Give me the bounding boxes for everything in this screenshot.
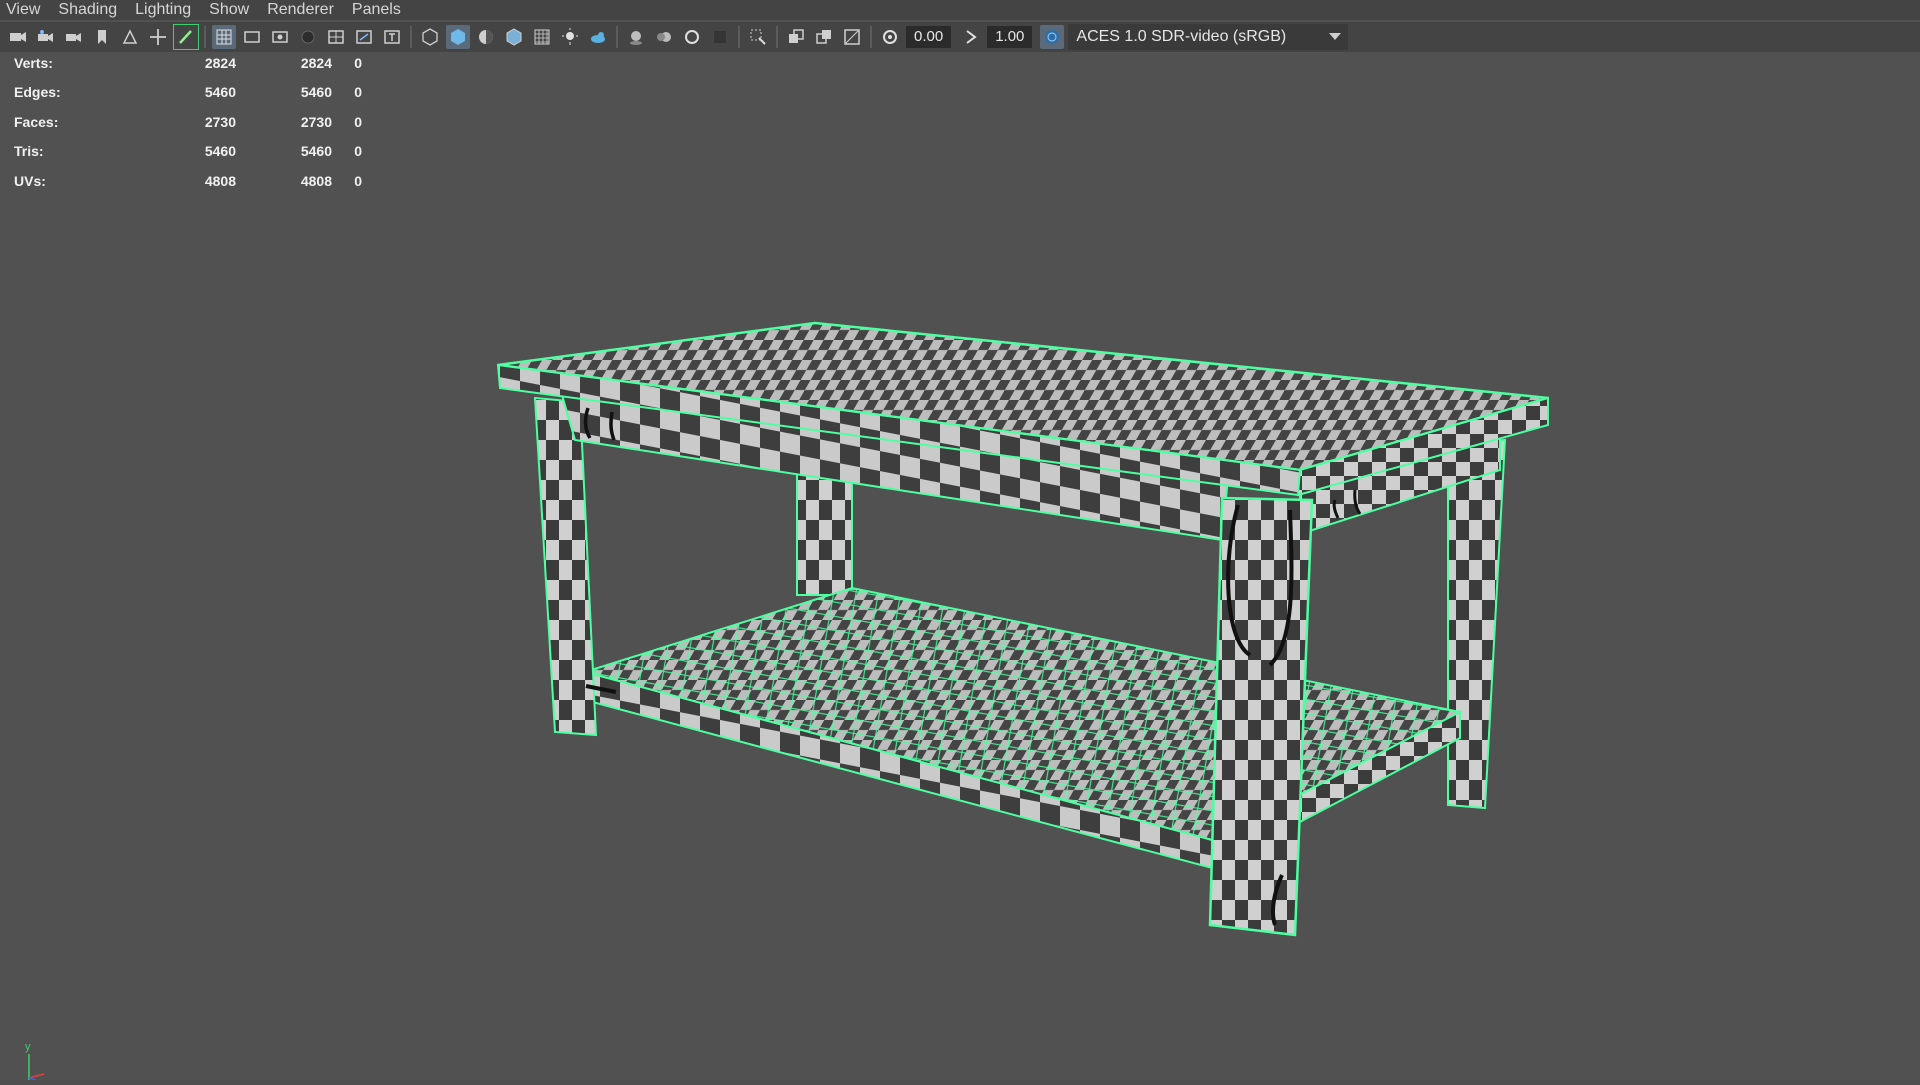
gamma-field[interactable]: 1.00 <box>987 26 1033 48</box>
camera-icon[interactable] <box>6 25 30 49</box>
color-space-label: ACES 1.0 SDR-video (sRGB) <box>1076 28 1287 45</box>
film-gate-icon[interactable] <box>240 25 264 49</box>
poly-count-hud: Verts: 2824 2824 0 Edges: 5460 5460 0 Fa… <box>14 54 368 201</box>
hud-row-uvs: UVs: 4808 4808 0 <box>14 172 368 201</box>
toolbar-separator <box>870 26 872 48</box>
wireframe-icon[interactable] <box>418 25 442 49</box>
hud-value: 4808 <box>204 172 236 189</box>
toolbar-separator <box>738 26 740 48</box>
exposure-field[interactable]: 0.00 <box>906 26 952 48</box>
xray-active-icon[interactable] <box>812 25 836 49</box>
viewport-3d[interactable]: View Shading Lighting Show Renderer Pane… <box>0 0 1920 1081</box>
menu-renderer[interactable]: Renderer <box>261 0 346 20</box>
bottom-shelf <box>581 586 1463 870</box>
depth-of-field-icon[interactable] <box>708 25 732 49</box>
axis-y-label: y <box>25 1041 31 1053</box>
hud-value: 5460 <box>204 84 236 101</box>
hud-value: 0 <box>354 84 362 101</box>
menu-lighting[interactable]: Lighting <box>129 0 203 20</box>
move-tool-icon[interactable] <box>146 25 170 49</box>
shade-wireframe-icon[interactable] <box>474 25 498 49</box>
color-management-icon[interactable] <box>1040 25 1065 49</box>
hud-value: 0 <box>354 172 362 189</box>
image-plane-icon[interactable] <box>118 25 142 49</box>
menu-show[interactable]: Show <box>203 0 261 20</box>
backface-icon[interactable] <box>840 25 864 49</box>
gamma-icon[interactable] <box>959 25 983 49</box>
grid-icon[interactable] <box>212 25 236 49</box>
toolbar-separator <box>410 26 412 48</box>
hud-label: Tris: <box>14 143 44 160</box>
isolate-select-icon[interactable] <box>746 25 770 49</box>
hud-value: 5460 <box>300 84 332 101</box>
anti-alias-icon[interactable] <box>680 25 704 49</box>
hud-value: 2730 <box>204 113 236 130</box>
hud-value: 5460 <box>300 143 332 160</box>
hud-value: 2824 <box>204 55 236 71</box>
ambient-occlusion-icon[interactable] <box>624 25 648 49</box>
resolution-gate-icon[interactable] <box>268 25 292 49</box>
hud-label: UVs: <box>14 172 46 189</box>
color-space-dropdown[interactable]: ACES 1.0 SDR-video (sRGB) <box>1068 24 1349 50</box>
hud-value: 0 <box>354 143 362 160</box>
toolbar-separator <box>776 26 778 48</box>
hud-value: 2730 <box>300 113 332 130</box>
shadows-icon[interactable] <box>586 25 610 49</box>
hud-row-edges: Edges: 5460 5460 0 <box>14 83 368 112</box>
safe-title-icon[interactable] <box>380 25 404 49</box>
textured-icon[interactable] <box>502 25 526 49</box>
bookmark-icon[interactable] <box>90 25 114 49</box>
hud-value: 4808 <box>300 172 332 189</box>
menu-panels[interactable]: Panels <box>346 0 413 20</box>
dropdown-arrow-icon[interactable] <box>1322 24 1348 50</box>
menu-shading[interactable]: Shading <box>52 0 129 20</box>
panel-toolbar: 0.00 1.00 ACES 1.0 SDR-video (sRGB) <box>0 22 1920 52</box>
menu-view[interactable]: View <box>0 0 52 20</box>
xray-joints-icon[interactable] <box>784 25 808 49</box>
safe-action-icon[interactable] <box>352 25 376 49</box>
smooth-shade-icon[interactable] <box>446 25 470 49</box>
exposure-icon[interactable] <box>878 25 902 49</box>
view-axis-gizmo: y <box>20 1040 60 1081</box>
hud-value: 2824 <box>300 55 332 71</box>
hud-value: 0 <box>354 55 362 71</box>
field-chart-icon[interactable] <box>324 25 348 49</box>
camera-attributes-icon[interactable] <box>34 25 58 49</box>
hud-value: 5460 <box>204 143 236 160</box>
hud-row-tris: Tris: 5460 5460 0 <box>14 142 368 171</box>
xray-icon[interactable] <box>530 25 554 49</box>
panel-menu-bar: View Shading Lighting Show Renderer Pane… <box>0 0 1920 20</box>
hud-label: Edges: <box>14 84 61 101</box>
camera-bookmark-icon[interactable] <box>62 25 86 49</box>
hud-row-verts: Verts: 2824 2824 0 <box>14 54 368 83</box>
back-right-leg <box>1447 438 1507 810</box>
hud-label: Verts: <box>14 55 53 71</box>
hud-label: Faces: <box>14 113 59 130</box>
motion-blur-icon[interactable] <box>652 25 676 49</box>
toolbar-separator <box>616 26 618 48</box>
hud-row-faces: Faces: 2730 2730 0 <box>14 113 368 142</box>
lights-icon[interactable] <box>558 25 582 49</box>
toolbar-separator <box>204 26 206 48</box>
gate-mask-icon[interactable] <box>296 25 320 49</box>
hud-value: 0 <box>354 113 362 130</box>
back-left-leg <box>796 469 853 596</box>
paint-tool-icon[interactable] <box>173 24 199 50</box>
front-right-leg <box>1208 496 1314 937</box>
